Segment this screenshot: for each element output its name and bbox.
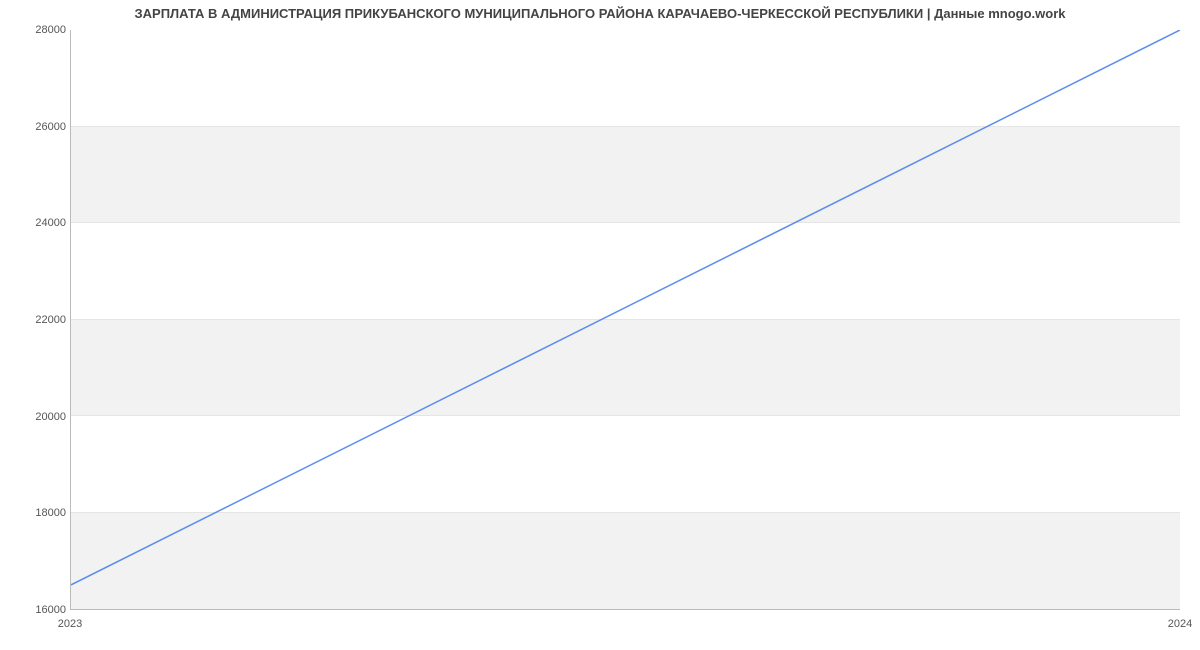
y-tick-label: 24000 [6,217,66,229]
line-series [71,30,1180,609]
x-tick-label: 2024 [1168,618,1192,630]
x-tick-label: 2023 [58,618,82,630]
y-tick-label: 20000 [6,411,66,423]
y-tick-label: 16000 [6,604,66,616]
chart-container: ЗАРПЛАТА В АДМИНИСТРАЦИЯ ПРИКУБАНСКОГО М… [0,0,1200,650]
y-tick-label: 26000 [6,121,66,133]
chart-title: ЗАРПЛАТА В АДМИНИСТРАЦИЯ ПРИКУБАНСКОГО М… [0,6,1200,21]
y-tick-label: 18000 [6,507,66,519]
y-tick-label: 22000 [6,314,66,326]
plot-area [70,30,1180,610]
y-tick-label: 28000 [6,24,66,36]
